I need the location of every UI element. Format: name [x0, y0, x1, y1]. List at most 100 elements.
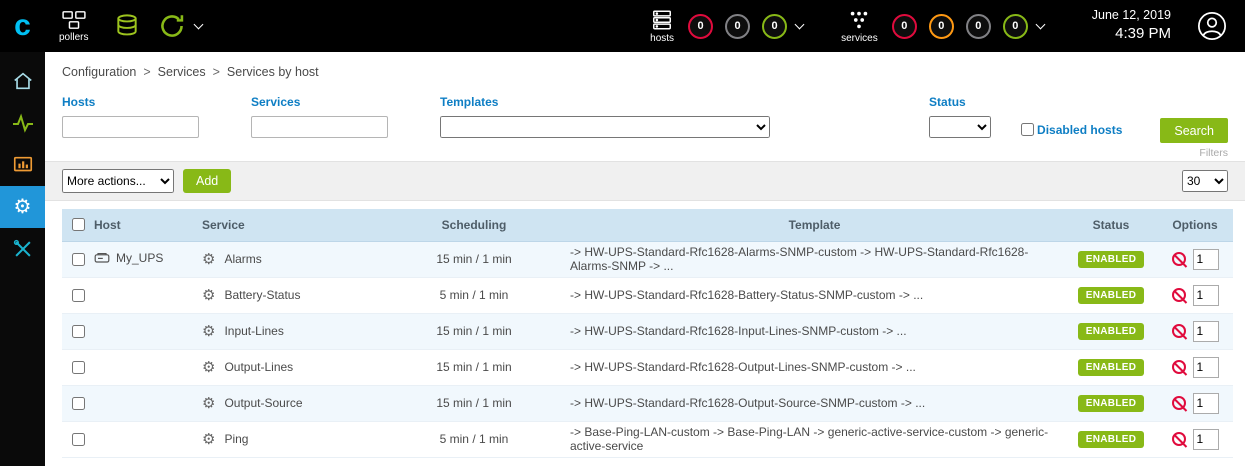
- hosts-label: hosts: [650, 33, 674, 44]
- status-counter[interactable]: 0: [762, 14, 787, 39]
- hosts-menu[interactable]: hosts: [650, 9, 674, 44]
- more-actions-select[interactable]: More actions...: [62, 169, 174, 193]
- options-count-input[interactable]: [1193, 321, 1219, 342]
- topbar: c pollers hosts 000: [0, 0, 1245, 52]
- add-button[interactable]: Add: [183, 169, 231, 193]
- header-host[interactable]: Host: [88, 209, 196, 241]
- user-icon: [1197, 11, 1227, 41]
- status-counter[interactable]: 0: [725, 14, 750, 39]
- row-checkbox[interactable]: [72, 289, 85, 302]
- header-template[interactable]: Template: [564, 209, 1065, 241]
- row-checkbox[interactable]: [72, 361, 85, 374]
- services-filter-input[interactable]: [251, 116, 388, 138]
- sidebar-item-configuration[interactable]: ⚙: [0, 186, 45, 228]
- sidebar-item-home[interactable]: [0, 60, 45, 102]
- table-row: ⚙ Ping 5 min / 1 min -> Base-Ping-LAN-cu…: [62, 421, 1233, 457]
- service-name[interactable]: Output-Lines: [224, 360, 293, 374]
- services-filter-label: Services: [251, 95, 388, 109]
- sidebar: ⚙: [0, 52, 45, 466]
- service-name[interactable]: Ping: [224, 432, 248, 446]
- breadcrumb: Configuration>Services>Services by host: [45, 52, 1245, 89]
- breadcrumb-item[interactable]: Services by host: [227, 65, 319, 79]
- row-checkbox[interactable]: [72, 325, 85, 338]
- disabled-hosts-label[interactable]: Disabled hosts: [1037, 123, 1122, 137]
- status-counter[interactable]: 0: [929, 14, 954, 39]
- status-counter[interactable]: 0: [966, 14, 991, 39]
- status-counter[interactable]: 0: [688, 14, 713, 39]
- template-chain: -> HW-UPS-Standard-Rfc1628-Output-Source…: [564, 385, 1065, 421]
- row-checkbox[interactable]: [72, 397, 85, 410]
- options-count-input[interactable]: [1193, 393, 1219, 414]
- row-checkbox[interactable]: [72, 433, 85, 446]
- breadcrumb-item[interactable]: Configuration: [62, 65, 136, 79]
- scheduling-value: 5 min / 1 min: [384, 421, 564, 457]
- chevron-down-icon[interactable]: [1035, 20, 1045, 30]
- chevron-down-icon[interactable]: [194, 20, 204, 30]
- status-badge: ENABLED: [1078, 251, 1144, 268]
- sidebar-item-monitoring[interactable]: [0, 102, 45, 144]
- service-gear-icon: ⚙: [202, 324, 215, 339]
- filters-toggle-link[interactable]: Filters: [1199, 147, 1228, 159]
- status-badge: ENABLED: [1078, 431, 1144, 448]
- table-header-row: Host Service Scheduling Template Status …: [62, 209, 1233, 241]
- home-icon: [12, 70, 34, 92]
- header-status[interactable]: Status: [1065, 209, 1157, 241]
- options-count-input[interactable]: [1193, 285, 1219, 306]
- status-filter-select[interactable]: [929, 116, 991, 138]
- pollers-status[interactable]: pollers: [59, 10, 88, 43]
- current-time: 4:39 PM: [1092, 24, 1171, 44]
- status-counter[interactable]: 0: [1003, 14, 1028, 39]
- disable-icon[interactable]: [1172, 396, 1186, 410]
- disable-icon[interactable]: [1172, 288, 1186, 302]
- disable-icon[interactable]: [1172, 252, 1186, 266]
- services-table: Host Service Scheduling Template Status …: [62, 209, 1233, 458]
- service-name[interactable]: Battery-Status: [224, 288, 300, 302]
- services-summary: services 0000: [841, 9, 1044, 44]
- scheduling-value: 15 min / 1 min: [384, 349, 564, 385]
- host-label[interactable]: My_UPS: [116, 251, 163, 265]
- table-row: ⚙ Input-Lines 15 min / 1 min -> HW-UPS-S…: [62, 313, 1233, 349]
- page-size-select[interactable]: 30: [1182, 170, 1228, 192]
- service-gear-icon: ⚙: [202, 432, 215, 447]
- services-icon: [848, 9, 870, 31]
- centreon-logo[interactable]: c: [0, 0, 45, 52]
- options-count-input[interactable]: [1193, 429, 1219, 450]
- table-row: ⚙ Output-Source 15 min / 1 min -> HW-UPS…: [62, 385, 1233, 421]
- scheduling-value: 15 min / 1 min: [384, 385, 564, 421]
- search-button[interactable]: Search: [1160, 118, 1228, 143]
- options-count-input[interactable]: [1193, 357, 1219, 378]
- filter-panel: Hosts Services Templates Status: [45, 89, 1245, 161]
- status-counter[interactable]: 0: [892, 14, 917, 39]
- scheduling-value: 15 min / 1 min: [384, 313, 564, 349]
- service-gear-icon: ⚙: [202, 360, 215, 375]
- service-gear-icon: ⚙: [202, 252, 215, 267]
- user-avatar[interactable]: [1197, 11, 1227, 41]
- service-name[interactable]: Alarms: [224, 252, 261, 266]
- disable-icon[interactable]: [1172, 324, 1186, 338]
- header-service[interactable]: Service: [196, 209, 384, 241]
- status-badge: ENABLED: [1078, 287, 1144, 304]
- sync-status-icon[interactable]: [158, 12, 186, 40]
- disable-icon[interactable]: [1172, 432, 1186, 446]
- database-icon[interactable]: [114, 13, 140, 39]
- sidebar-item-reporting[interactable]: [0, 144, 45, 186]
- hosts-filter-input[interactable]: [62, 116, 199, 138]
- disable-icon[interactable]: [1172, 360, 1186, 374]
- service-name[interactable]: Output-Source: [224, 396, 302, 410]
- chevron-down-icon[interactable]: [795, 20, 805, 30]
- row-checkbox[interactable]: [72, 253, 85, 266]
- bar-chart-icon: [12, 154, 34, 176]
- pollers-label: pollers: [59, 32, 88, 43]
- services-menu[interactable]: services: [841, 9, 878, 44]
- breadcrumb-item[interactable]: Services: [158, 65, 206, 79]
- template-chain: -> HW-UPS-Standard-Rfc1628-Alarms-SNMP-c…: [564, 241, 1065, 277]
- disabled-hosts-checkbox[interactable]: [1021, 123, 1034, 136]
- templates-filter-select[interactable]: [440, 116, 770, 138]
- options-count-input[interactable]: [1193, 249, 1219, 270]
- table-row: ⚙ Battery-Status 5 min / 1 min -> HW-UPS…: [62, 277, 1233, 313]
- breadcrumb-separator: >: [213, 65, 220, 79]
- service-name[interactable]: Input-Lines: [224, 324, 283, 338]
- sidebar-item-administration[interactable]: [0, 228, 45, 270]
- header-scheduling[interactable]: Scheduling: [384, 209, 564, 241]
- select-all-checkbox[interactable]: [72, 218, 85, 231]
